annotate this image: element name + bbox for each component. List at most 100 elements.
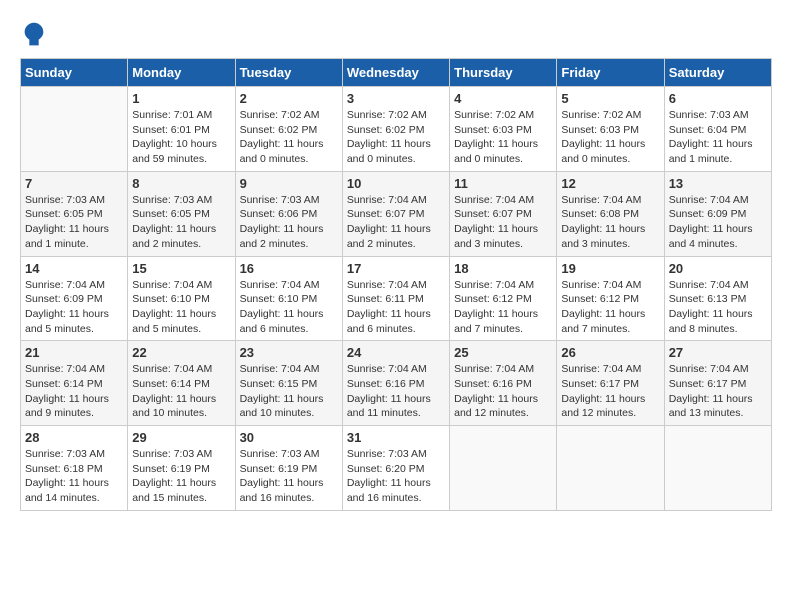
calendar-cell: 20 Sunrise: 7:04 AM Sunset: 6:13 PM Dayl… xyxy=(664,256,771,341)
daylight: Daylight: 11 hours and 3 minutes. xyxy=(454,223,538,250)
day-number: 14 xyxy=(25,261,123,276)
day-info: Sunrise: 7:03 AM Sunset: 6:18 PM Dayligh… xyxy=(25,447,123,506)
calendar-week-3: 14 Sunrise: 7:04 AM Sunset: 6:09 PM Dayl… xyxy=(21,256,772,341)
day-number: 6 xyxy=(669,91,767,106)
day-info: Sunrise: 7:03 AM Sunset: 6:05 PM Dayligh… xyxy=(25,193,123,252)
day-number: 7 xyxy=(25,176,123,191)
daylight: Daylight: 11 hours and 16 minutes. xyxy=(240,477,324,504)
calendar-cell: 29 Sunrise: 7:03 AM Sunset: 6:19 PM Dayl… xyxy=(128,426,235,511)
sunset: Sunset: 6:04 PM xyxy=(669,124,747,136)
sunset: Sunset: 6:14 PM xyxy=(132,378,210,390)
calendar-cell: 10 Sunrise: 7:04 AM Sunset: 6:07 PM Dayl… xyxy=(342,171,449,256)
day-number: 21 xyxy=(25,345,123,360)
sunset: Sunset: 6:05 PM xyxy=(25,208,103,220)
daylight: Daylight: 11 hours and 1 minute. xyxy=(669,138,753,165)
day-number: 29 xyxy=(132,430,230,445)
sunset: Sunset: 6:12 PM xyxy=(561,293,639,305)
sunset: Sunset: 6:02 PM xyxy=(240,124,318,136)
sunset: Sunset: 6:20 PM xyxy=(347,463,425,475)
sunrise: Sunrise: 7:04 AM xyxy=(25,279,105,291)
page-header xyxy=(20,20,772,48)
sunset: Sunset: 6:16 PM xyxy=(347,378,425,390)
daylight: Daylight: 10 hours and 59 minutes. xyxy=(132,138,217,165)
calendar-cell: 27 Sunrise: 7:04 AM Sunset: 6:17 PM Dayl… xyxy=(664,341,771,426)
day-info: Sunrise: 7:02 AM Sunset: 6:03 PM Dayligh… xyxy=(454,108,552,167)
day-number: 23 xyxy=(240,345,338,360)
sunrise: Sunrise: 7:01 AM xyxy=(132,109,212,121)
daylight: Daylight: 11 hours and 12 minutes. xyxy=(454,393,538,420)
daylight: Daylight: 11 hours and 0 minutes. xyxy=(454,138,538,165)
sunrise: Sunrise: 7:03 AM xyxy=(132,448,212,460)
sunset: Sunset: 6:10 PM xyxy=(132,293,210,305)
day-number: 16 xyxy=(240,261,338,276)
daylight: Daylight: 11 hours and 2 minutes. xyxy=(347,223,431,250)
day-number: 5 xyxy=(561,91,659,106)
day-info: Sunrise: 7:04 AM Sunset: 6:17 PM Dayligh… xyxy=(561,362,659,421)
sunset: Sunset: 6:06 PM xyxy=(240,208,318,220)
calendar-cell: 4 Sunrise: 7:02 AM Sunset: 6:03 PM Dayli… xyxy=(450,87,557,172)
sunrise: Sunrise: 7:03 AM xyxy=(25,194,105,206)
sunrise: Sunrise: 7:04 AM xyxy=(669,363,749,375)
sunrise: Sunrise: 7:04 AM xyxy=(347,363,427,375)
day-info: Sunrise: 7:04 AM Sunset: 6:09 PM Dayligh… xyxy=(669,193,767,252)
daylight: Daylight: 11 hours and 2 minutes. xyxy=(240,223,324,250)
sunset: Sunset: 6:19 PM xyxy=(240,463,318,475)
day-number: 27 xyxy=(669,345,767,360)
day-info: Sunrise: 7:02 AM Sunset: 6:02 PM Dayligh… xyxy=(240,108,338,167)
calendar-cell xyxy=(21,87,128,172)
daylight: Daylight: 11 hours and 5 minutes. xyxy=(25,308,109,335)
sunrise: Sunrise: 7:04 AM xyxy=(454,194,534,206)
day-info: Sunrise: 7:03 AM Sunset: 6:05 PM Dayligh… xyxy=(132,193,230,252)
daylight: Daylight: 11 hours and 0 minutes. xyxy=(561,138,645,165)
sunrise: Sunrise: 7:02 AM xyxy=(347,109,427,121)
day-info: Sunrise: 7:04 AM Sunset: 6:16 PM Dayligh… xyxy=(454,362,552,421)
day-info: Sunrise: 7:04 AM Sunset: 6:11 PM Dayligh… xyxy=(347,278,445,337)
daylight: Daylight: 11 hours and 5 minutes. xyxy=(132,308,216,335)
sunrise: Sunrise: 7:02 AM xyxy=(240,109,320,121)
weekday-sunday: Sunday xyxy=(21,59,128,87)
weekday-wednesday: Wednesday xyxy=(342,59,449,87)
sunset: Sunset: 6:17 PM xyxy=(561,378,639,390)
daylight: Daylight: 11 hours and 16 minutes. xyxy=(347,477,431,504)
weekday-saturday: Saturday xyxy=(664,59,771,87)
day-info: Sunrise: 7:04 AM Sunset: 6:10 PM Dayligh… xyxy=(240,278,338,337)
day-info: Sunrise: 7:04 AM Sunset: 6:14 PM Dayligh… xyxy=(132,362,230,421)
calendar-cell: 12 Sunrise: 7:04 AM Sunset: 6:08 PM Dayl… xyxy=(557,171,664,256)
daylight: Daylight: 11 hours and 6 minutes. xyxy=(240,308,324,335)
daylight: Daylight: 11 hours and 0 minutes. xyxy=(240,138,324,165)
sunset: Sunset: 6:02 PM xyxy=(347,124,425,136)
sunrise: Sunrise: 7:03 AM xyxy=(669,109,749,121)
weekday-monday: Monday xyxy=(128,59,235,87)
daylight: Daylight: 11 hours and 10 minutes. xyxy=(132,393,216,420)
weekday-header-row: SundayMondayTuesdayWednesdayThursdayFrid… xyxy=(21,59,772,87)
day-info: Sunrise: 7:04 AM Sunset: 6:10 PM Dayligh… xyxy=(132,278,230,337)
sunrise: Sunrise: 7:04 AM xyxy=(561,279,641,291)
calendar-cell: 31 Sunrise: 7:03 AM Sunset: 6:20 PM Dayl… xyxy=(342,426,449,511)
calendar-week-5: 28 Sunrise: 7:03 AM Sunset: 6:18 PM Dayl… xyxy=(21,426,772,511)
calendar-cell: 5 Sunrise: 7:02 AM Sunset: 6:03 PM Dayli… xyxy=(557,87,664,172)
daylight: Daylight: 11 hours and 15 minutes. xyxy=(132,477,216,504)
calendar-cell: 24 Sunrise: 7:04 AM Sunset: 6:16 PM Dayl… xyxy=(342,341,449,426)
day-number: 9 xyxy=(240,176,338,191)
sunrise: Sunrise: 7:04 AM xyxy=(561,363,641,375)
calendar-cell xyxy=(557,426,664,511)
calendar-cell: 16 Sunrise: 7:04 AM Sunset: 6:10 PM Dayl… xyxy=(235,256,342,341)
sunset: Sunset: 6:03 PM xyxy=(454,124,532,136)
day-number: 30 xyxy=(240,430,338,445)
day-number: 18 xyxy=(454,261,552,276)
calendar-cell: 30 Sunrise: 7:03 AM Sunset: 6:19 PM Dayl… xyxy=(235,426,342,511)
day-info: Sunrise: 7:04 AM Sunset: 6:17 PM Dayligh… xyxy=(669,362,767,421)
calendar-cell: 23 Sunrise: 7:04 AM Sunset: 6:15 PM Dayl… xyxy=(235,341,342,426)
day-info: Sunrise: 7:03 AM Sunset: 6:06 PM Dayligh… xyxy=(240,193,338,252)
daylight: Daylight: 11 hours and 14 minutes. xyxy=(25,477,109,504)
day-info: Sunrise: 7:04 AM Sunset: 6:15 PM Dayligh… xyxy=(240,362,338,421)
day-number: 11 xyxy=(454,176,552,191)
day-info: Sunrise: 7:04 AM Sunset: 6:13 PM Dayligh… xyxy=(669,278,767,337)
day-number: 4 xyxy=(454,91,552,106)
day-info: Sunrise: 7:02 AM Sunset: 6:02 PM Dayligh… xyxy=(347,108,445,167)
calendar-week-2: 7 Sunrise: 7:03 AM Sunset: 6:05 PM Dayli… xyxy=(21,171,772,256)
sunrise: Sunrise: 7:03 AM xyxy=(347,448,427,460)
day-number: 10 xyxy=(347,176,445,191)
day-number: 19 xyxy=(561,261,659,276)
sunrise: Sunrise: 7:03 AM xyxy=(240,194,320,206)
